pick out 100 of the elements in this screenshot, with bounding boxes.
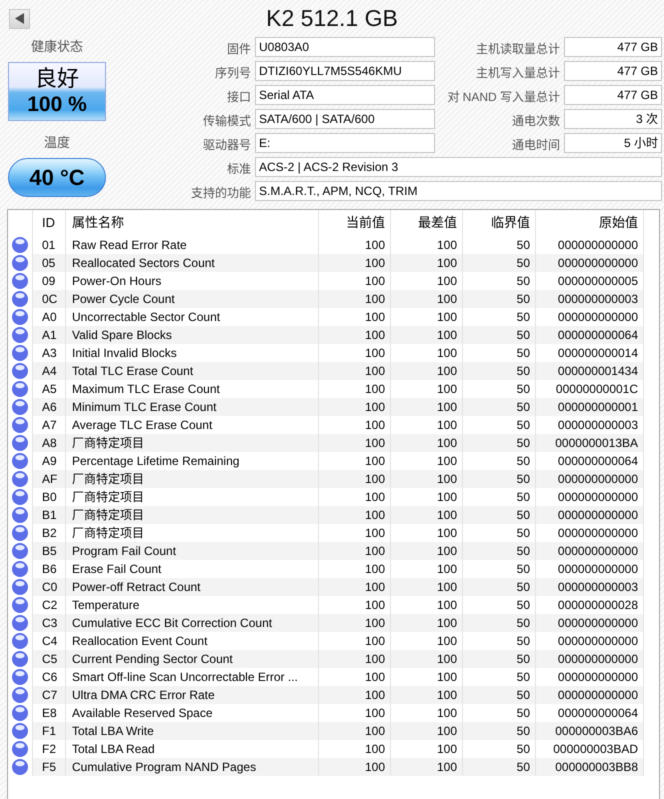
table-cell: 50: [463, 254, 536, 272]
field-label: 驱动器号: [203, 136, 251, 152]
value-field: S.M.A.R.T., APM, NCQ, TRIM: [255, 181, 662, 201]
table-cell: Reallocated Sectors Count: [66, 254, 319, 272]
value-field: 477 GB: [564, 61, 662, 81]
value-field: 5 小时: [564, 133, 662, 153]
table-cell: 000000003BA6: [536, 722, 644, 740]
table-cell: 50: [463, 290, 536, 308]
value-field: 477 GB: [564, 37, 662, 57]
table-cell: 100: [319, 290, 391, 308]
field-label: 主机写入量总计: [476, 64, 560, 80]
temperature-label: 温度: [44, 134, 70, 152]
table-cell: 100: [391, 398, 463, 416]
table-cell: 50: [463, 470, 536, 488]
table-cell: 000000000003: [536, 578, 644, 596]
table-cell: 100: [391, 326, 463, 344]
table-cell: 000000001434: [536, 362, 644, 380]
table-cell: Ultra DMA CRC Error Rate: [66, 686, 319, 704]
table-cell: 100: [391, 542, 463, 560]
field-label: 通电时间: [512, 136, 560, 152]
value-field: SATA/600 | SATA/600: [255, 109, 435, 129]
table-cell: F5: [33, 758, 66, 776]
column-header[interactable]: 临界值: [463, 210, 536, 236]
table-cell: 50: [463, 758, 536, 776]
table-cell: 000000000000: [536, 650, 644, 668]
table-cell: 100: [319, 542, 391, 560]
table-cell: 100: [319, 758, 391, 776]
table-cell: 100: [391, 650, 463, 668]
field-label: 支持的功能: [191, 184, 251, 200]
table-cell: 100: [319, 614, 391, 632]
table-cell: 100: [319, 506, 391, 524]
table-cell: 50: [463, 398, 536, 416]
table-cell: 000000000003: [536, 290, 644, 308]
column-header[interactable]: 最差值: [391, 210, 463, 236]
table-cell: 厂商特定项目: [66, 470, 319, 488]
table-cell: 100: [391, 290, 463, 308]
table-cell: 100: [319, 722, 391, 740]
table-cell: AF: [33, 470, 66, 488]
field-label: 接口: [227, 88, 251, 104]
table-cell: 000000000064: [536, 326, 644, 344]
value-field: DTIZI60YLL7M5S546KMU: [255, 61, 435, 81]
table-cell: 100: [391, 758, 463, 776]
field-label: 对 NAND 写入量总计: [447, 88, 560, 104]
table-cell: 50: [463, 686, 536, 704]
field-label: 固件: [227, 40, 251, 56]
table-cell: 100: [319, 650, 391, 668]
table-cell: 100: [391, 362, 463, 380]
table-cell: 50: [463, 650, 536, 668]
table-cell: F1: [33, 722, 66, 740]
field-label: 传输模式: [203, 112, 251, 128]
table-cell: 50: [463, 542, 536, 560]
table-cell: C5: [33, 650, 66, 668]
table-cell: Total LBA Write: [66, 722, 319, 740]
table-cell: Current Pending Sector Count: [66, 650, 319, 668]
left-triangle-icon: [15, 13, 24, 24]
drive-title: K2 512.1 GB: [266, 5, 398, 32]
table-cell: 50: [463, 722, 536, 740]
health-label: 健康状态: [31, 38, 83, 56]
field-label: 标准: [227, 160, 251, 176]
table-cell: 100: [319, 362, 391, 380]
back-button[interactable]: [9, 8, 30, 28]
table-cell: 100: [391, 722, 463, 740]
value-field: Serial ATA: [255, 85, 435, 105]
table-cell: 000000000000: [536, 686, 644, 704]
table-cell: 100: [319, 434, 391, 452]
table-cell: 000000000000: [536, 614, 644, 632]
table-cell: A6: [33, 398, 66, 416]
table-cell: 厂商特定项目: [66, 434, 319, 452]
value-field: 477 GB: [564, 85, 662, 105]
table-cell: 100: [319, 686, 391, 704]
table-cell: C7: [33, 686, 66, 704]
table-cell: 50: [463, 578, 536, 596]
table-cell: 100: [391, 614, 463, 632]
column-header[interactable]: ID: [33, 210, 66, 236]
table-cell: 100: [391, 506, 463, 524]
column-header[interactable]: 属性名称: [66, 210, 319, 236]
table-cell: 100: [391, 434, 463, 452]
table-cell: 05: [33, 254, 66, 272]
column-header[interactable]: 原始值: [536, 210, 644, 236]
table-cell: 0C: [33, 290, 66, 308]
table-cell: 100: [391, 578, 463, 596]
column-header[interactable]: 当前值: [319, 210, 391, 236]
table-cell: 000000000001: [536, 398, 644, 416]
value-field: U0803A0: [255, 37, 435, 57]
table-cell: 0000000013BA: [536, 434, 644, 452]
table-cell: Cumulative Program NAND Pages: [66, 758, 319, 776]
value-field: ACS-2 | ACS-2 Revision 3: [255, 157, 662, 177]
table-cell: 100: [319, 398, 391, 416]
table-cell: A4: [33, 362, 66, 380]
table-cell: Total TLC Erase Count: [66, 362, 319, 380]
table-cell: Power-off Retract Count: [66, 578, 319, 596]
table-cell: B1: [33, 506, 66, 524]
field-label: 通电次数: [512, 112, 560, 128]
table-cell: Program Fail Count: [66, 542, 319, 560]
table-cell: 100: [319, 578, 391, 596]
value-field: 3 次: [564, 109, 662, 129]
table-cell: 50: [463, 326, 536, 344]
table-cell: C3: [33, 614, 66, 632]
table-cell: A8: [33, 434, 66, 452]
table-cell: B5: [33, 542, 66, 560]
